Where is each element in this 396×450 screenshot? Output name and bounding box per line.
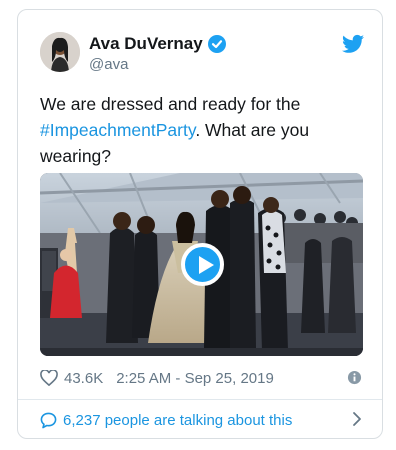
author-row: Ava DuVernay: [89, 34, 226, 54]
avatar[interactable]: [40, 32, 80, 72]
twitter-logo-icon[interactable]: [342, 34, 364, 54]
speech-bubble-icon: [40, 412, 57, 428]
verified-badge-icon: [207, 35, 226, 53]
video-thumbnail[interactable]: [40, 173, 363, 356]
tweet-card[interactable]: Ava DuVernay @ava We are dressed and rea…: [17, 9, 383, 439]
heart-icon[interactable]: [40, 370, 58, 386]
author-name[interactable]: Ava DuVernay: [89, 34, 203, 54]
info-icon[interactable]: [347, 370, 362, 385]
conversation-link[interactable]: 6,237 people are talking about this: [40, 408, 362, 432]
timestamp[interactable]: 2:25 AM - Sep 25, 2019: [116, 370, 274, 387]
like-count[interactable]: 43.6K: [64, 370, 103, 387]
divider: [18, 399, 382, 400]
tweet-meta: 43.6K 2:25 AM - Sep 25, 2019: [40, 368, 362, 388]
hashtag-link[interactable]: #ImpeachmentParty: [40, 120, 195, 140]
chevron-right-icon[interactable]: [352, 411, 362, 427]
tweet-text-start: We are dressed and ready for the: [40, 94, 301, 114]
tweet-text: We are dressed and ready for the #Impeac…: [40, 91, 360, 169]
conversation-text[interactable]: 6,237 people are talking about this: [63, 412, 292, 429]
author-handle[interactable]: @ava: [89, 56, 128, 73]
play-icon[interactable]: [181, 243, 224, 286]
